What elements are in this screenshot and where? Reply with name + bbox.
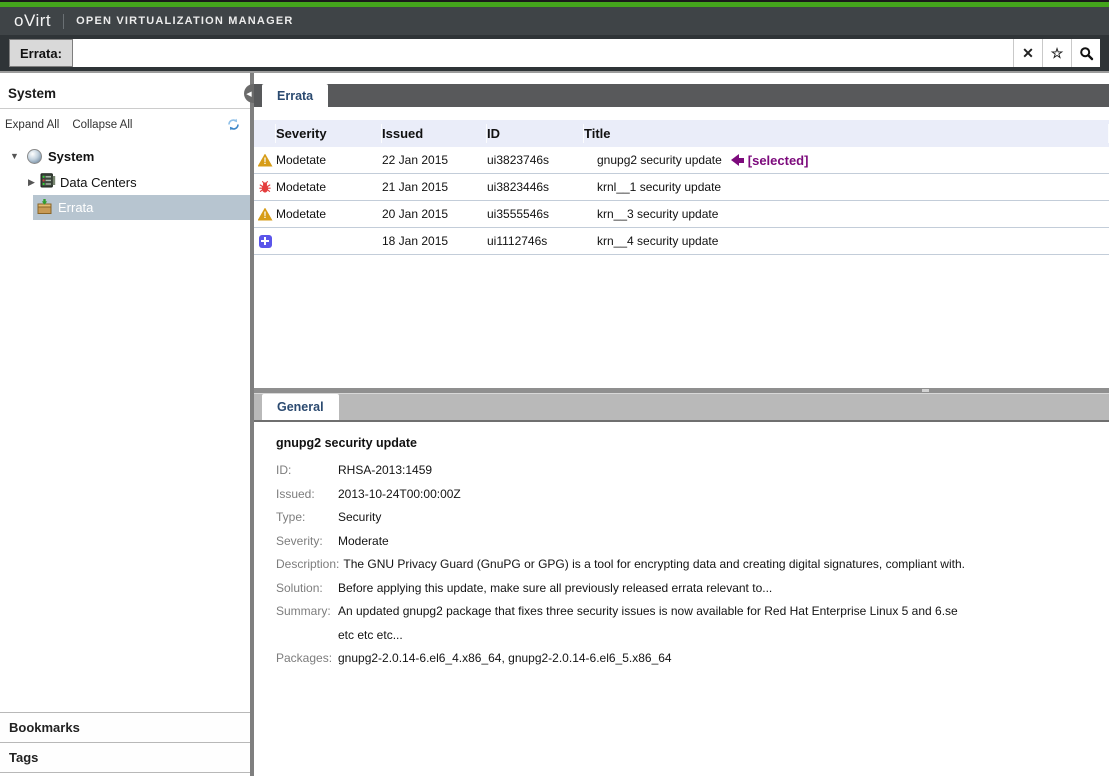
search-button[interactable] bbox=[1071, 39, 1100, 67]
column-header-issued[interactable]: Issued bbox=[382, 124, 487, 143]
warning-icon bbox=[258, 208, 273, 221]
data-centers-icon bbox=[40, 173, 56, 191]
cell-severity: Modetate bbox=[276, 153, 382, 167]
errata-table-header: Severity Issued ID Title bbox=[254, 120, 1109, 147]
cell-id: ui3555546s bbox=[487, 207, 584, 221]
warning-icon bbox=[258, 154, 273, 167]
system-tree: ▼ System ▶ Data Ce bbox=[0, 135, 250, 220]
detail-field-severity: Severity: Moderate bbox=[276, 530, 1089, 554]
selected-annotation: [selected] bbox=[731, 153, 809, 168]
table-row-krn4[interactable]: 18 Jan 2015 ui1112746s krn__4 security u… bbox=[254, 228, 1109, 255]
globe-icon bbox=[27, 149, 42, 164]
general-detail-panel: gnupg2 security update ID: RHSA-2013:145… bbox=[254, 422, 1109, 776]
main-pane: Errata Severity Issued ID Title Modetate… bbox=[254, 73, 1109, 776]
masthead: oVirt OPEN VIRTUALIZATION MANAGER bbox=[0, 7, 1109, 35]
cell-title: krnl__1 security update bbox=[584, 180, 1109, 194]
main-tabstrip: Errata bbox=[254, 84, 1109, 107]
sidebar-header: System ◀ bbox=[0, 73, 250, 109]
search-input[interactable] bbox=[73, 39, 1013, 67]
cell-title: gnupg2 security update [selected] bbox=[584, 153, 1109, 168]
content-area: System ◀ Expand All Collapse All bbox=[0, 73, 1109, 776]
sidebar-spacer bbox=[0, 220, 250, 712]
tree-node-label: Errata bbox=[58, 200, 93, 215]
detail-field-type: Type: Security bbox=[276, 506, 1089, 530]
clear-search-button[interactable]: ✕ bbox=[1013, 39, 1042, 67]
errata-package-icon bbox=[36, 198, 53, 218]
tree-node-data-centers[interactable]: ▶ Data Centers bbox=[0, 169, 250, 195]
tree-selection-highlight: Errata bbox=[33, 195, 250, 220]
cell-severity: Modetate bbox=[276, 180, 382, 194]
plus-icon bbox=[259, 235, 272, 248]
search-bar: Errata: ✕ ☆ bbox=[0, 35, 1109, 73]
cell-issued: 22 Jan 2015 bbox=[382, 153, 487, 167]
tree-node-label: Data Centers bbox=[60, 175, 137, 190]
cell-severity: Modetate bbox=[276, 207, 382, 221]
summary-value: An updated gnupg2 package that fixes thr… bbox=[338, 600, 958, 647]
errata-list-section: Errata Severity Issued ID Title Modetate… bbox=[254, 73, 1109, 388]
sidebar-title: System bbox=[8, 86, 56, 101]
collapse-arrow-icon: ◀ bbox=[246, 90, 251, 98]
detail-field-solution: Solution: Before applying this update, m… bbox=[276, 577, 1089, 601]
cell-id: ui3823446s bbox=[487, 180, 584, 194]
bookmarks-section-header[interactable]: Bookmarks bbox=[0, 712, 250, 742]
ovirt-window: oVirt OPEN VIRTUALIZATION MANAGER Errata… bbox=[0, 0, 1109, 776]
cell-id: ui3823746s bbox=[487, 153, 584, 167]
cell-title: krn__3 security update bbox=[584, 207, 1109, 221]
tab-gap bbox=[254, 107, 1109, 120]
logo-divider bbox=[63, 14, 64, 29]
table-row-krn3[interactable]: Modetate 20 Jan 2015 ui3555546s krn__3 s… bbox=[254, 201, 1109, 228]
sidebar-collapse-button[interactable]: ◀ bbox=[244, 84, 254, 103]
bookmark-star-button[interactable]: ☆ bbox=[1042, 39, 1071, 67]
magnifier-icon bbox=[1079, 46, 1094, 61]
table-row-gnupg2[interactable]: Modetate 22 Jan 2015 ui3823746s gnupg2 s… bbox=[254, 147, 1109, 174]
search-scope-label[interactable]: Errata: bbox=[9, 39, 73, 67]
table-empty-area bbox=[254, 255, 1109, 388]
detail-field-description: Description: The GNU Privacy Guard (GnuP… bbox=[276, 553, 1089, 577]
tab-errata[interactable]: Errata bbox=[262, 84, 328, 107]
column-header-title[interactable]: Title bbox=[584, 124, 1109, 143]
tags-section-header[interactable]: Tags bbox=[0, 742, 250, 773]
cell-id: ui1112746s bbox=[487, 234, 584, 248]
cell-issued: 20 Jan 2015 bbox=[382, 207, 487, 221]
detail-tabstrip: General bbox=[254, 393, 1109, 422]
tree-expanded-icon[interactable]: ▼ bbox=[8, 151, 21, 161]
collapse-all-link[interactable]: Collapse All bbox=[72, 119, 132, 131]
tree-node-label: System bbox=[48, 149, 94, 164]
cell-issued: 18 Jan 2015 bbox=[382, 234, 487, 248]
tags-label: Tags bbox=[9, 750, 38, 765]
detail-field-summary: Summary: An updated gnupg2 package that … bbox=[276, 600, 1089, 647]
detail-field-id: ID: RHSA-2013:1459 bbox=[276, 459, 1089, 483]
brand-green-strip bbox=[0, 0, 1109, 7]
bookmarks-label: Bookmarks bbox=[9, 720, 80, 735]
tree-toolbar: Expand All Collapse All bbox=[0, 109, 250, 135]
detail-field-packages: Packages: gnupg2-2.0.14-6.el6_4.x86_64, … bbox=[276, 647, 1089, 671]
tree-node-errata-selected[interactable]: Errata bbox=[0, 195, 250, 220]
bug-icon bbox=[258, 180, 272, 194]
left-arrow-icon bbox=[731, 154, 744, 166]
search-box: Errata: ✕ ☆ bbox=[9, 39, 1100, 67]
refresh-icon[interactable] bbox=[227, 118, 240, 131]
product-title: OPEN VIRTUALIZATION MANAGER bbox=[76, 15, 293, 27]
ovirt-logo: oVirt bbox=[14, 11, 51, 31]
detail-field-issued: Issued: 2013-10-24T00:00:00Z bbox=[276, 483, 1089, 507]
cell-title: krn__4 security update bbox=[584, 234, 1109, 248]
column-header-id[interactable]: ID bbox=[487, 124, 584, 143]
expand-all-link[interactable]: Expand All bbox=[5, 119, 59, 131]
column-header-severity[interactable]: Severity bbox=[276, 124, 382, 143]
pane-splitter[interactable] bbox=[254, 388, 1109, 393]
table-row-krnl1[interactable]: Modetate 21 Jan 2015 ui3823446s krnl__1 … bbox=[254, 174, 1109, 201]
detail-title: gnupg2 security update bbox=[276, 436, 1089, 450]
tab-general[interactable]: General bbox=[262, 394, 339, 420]
splitter-grip-icon bbox=[922, 389, 929, 392]
tree-node-system[interactable]: ▼ System bbox=[0, 143, 250, 169]
tree-collapsed-icon[interactable]: ▶ bbox=[25, 177, 38, 188]
system-sidebar: System ◀ Expand All Collapse All bbox=[0, 73, 254, 776]
cell-issued: 21 Jan 2015 bbox=[382, 180, 487, 194]
column-header-icon bbox=[254, 124, 276, 143]
